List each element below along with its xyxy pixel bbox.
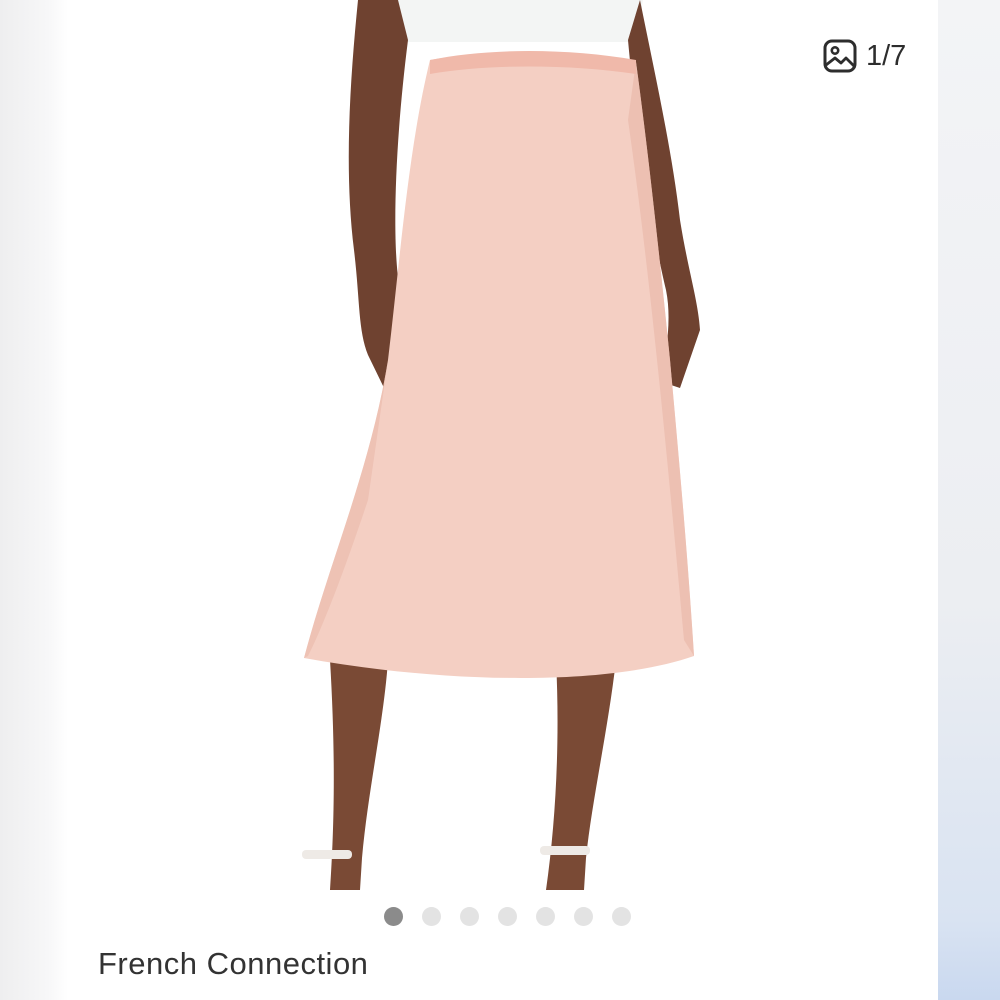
carousel-dot-3[interactable] [460, 907, 479, 926]
carousel-dot-1[interactable] [384, 907, 403, 926]
carousel-dots [384, 907, 631, 926]
brand-name[interactable]: French Connection [98, 946, 368, 982]
image-counter-text: 1/7 [866, 39, 907, 72]
carousel-dot-5[interactable] [536, 907, 555, 926]
background-edge-right [938, 0, 1000, 1000]
product-photo[interactable]: 1/7 [68, 0, 938, 890]
image-counter: 1/7 [822, 36, 906, 76]
carousel-dot-4[interactable] [498, 907, 517, 926]
carousel-dot-6[interactable] [574, 907, 593, 926]
image-icon [822, 38, 858, 74]
product-card: 1/7 French Connection [68, 0, 938, 1000]
carousel-dot-7[interactable] [612, 907, 631, 926]
product-image [302, 0, 700, 890]
background-edge-left [0, 0, 68, 1000]
carousel-dot-2[interactable] [422, 907, 441, 926]
